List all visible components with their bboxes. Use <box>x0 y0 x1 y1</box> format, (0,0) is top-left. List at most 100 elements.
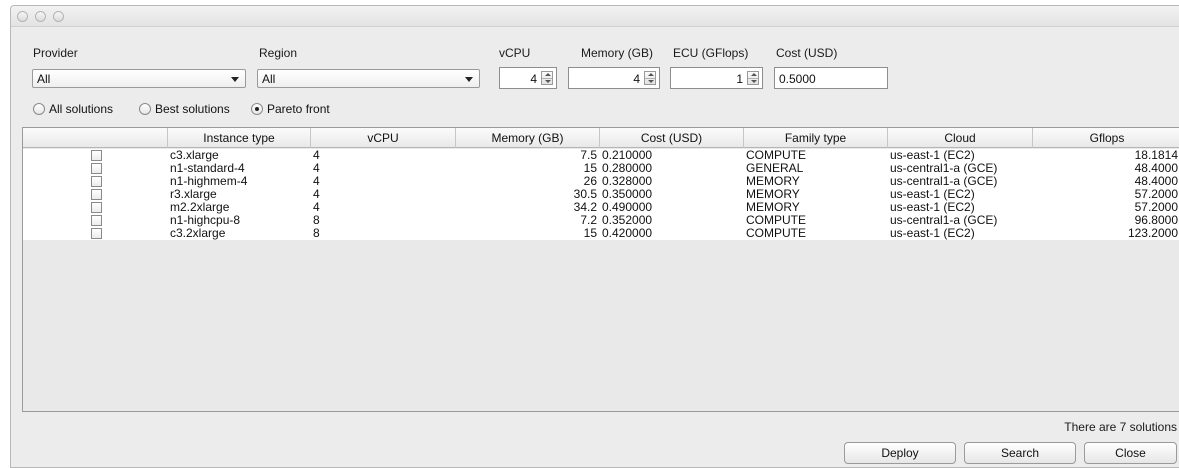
cost-field[interactable]: 0.5000 <box>774 67 888 89</box>
provider-select[interactable]: All <box>32 69 246 88</box>
cell-vcpu: 8 <box>313 227 320 240</box>
column-header-cloud[interactable]: Cloud <box>888 128 1033 148</box>
column-header-vcpu[interactable]: vCPU <box>311 128 456 148</box>
cell-cloud: us-east-1 (EC2) <box>890 188 975 201</box>
radio-label: Best solutions <box>155 102 230 116</box>
cell-vcpu: 4 <box>313 149 320 162</box>
column-header-family-type[interactable]: Family type <box>744 128 888 148</box>
ecu-label: ECU (GFlops) <box>673 46 749 60</box>
cell-family: MEMORY <box>746 201 800 214</box>
provider-value: All <box>37 72 51 86</box>
row-select-checkbox[interactable] <box>91 189 102 200</box>
cell-memory: 34.2 <box>573 201 597 214</box>
row-select-checkbox[interactable] <box>91 163 102 174</box>
cell-gflops: 123.2000 <box>1127 227 1178 240</box>
cell-cost: 0.420000 <box>602 227 653 240</box>
cell-memory: 15 <box>583 227 597 240</box>
vcpu-stepper[interactable]: 4 <box>499 67 557 89</box>
cell-cloud: us-east-1 (EC2) <box>890 227 975 240</box>
cell-family: COMPUTE <box>746 214 806 227</box>
cell-cost: 0.352000 <box>602 214 653 227</box>
cell-gflops: 48.4000 <box>1134 162 1178 175</box>
chevron-down-icon <box>465 77 473 82</box>
table-row[interactable]: n1-highcpu-8 8 7.2 0.352000 COMPUTE us-centra… <box>23 214 1179 227</box>
cell-instance: m2.2xlarge <box>170 201 230 214</box>
column-header-instance-type[interactable]: Instance type <box>168 128 311 148</box>
solutions-count-status: There are 7 solutions <box>1064 420 1177 434</box>
vcpu-label: vCPU <box>499 46 531 60</box>
search-button[interactable]: Search <box>964 442 1076 464</box>
memory-label: Memory (GB) <box>581 46 653 60</box>
radio-label: Pareto front <box>267 102 330 116</box>
cell-memory: 26 <box>583 175 597 188</box>
cell-memory: 7.5 <box>580 149 597 162</box>
deploy-button[interactable]: Deploy <box>844 442 956 464</box>
cell-vcpu: 4 <box>313 162 320 175</box>
region-label: Region <box>259 46 298 60</box>
cell-instance: c3.2xlarge <box>170 227 226 240</box>
table-row[interactable]: r3.xlarge 4 30.5 0.350000 MEMORY us-east-1 (E… <box>23 188 1179 201</box>
cell-family: MEMORY <box>746 175 800 188</box>
radio-circle-icon <box>139 103 151 115</box>
cell-instance: n1-standard-4 <box>170 162 245 175</box>
table-row[interactable]: n1-highmem-4 4 26 0.328000 MEMORY us-central1… <box>23 175 1179 188</box>
cost-label: Cost (USD) <box>776 46 838 60</box>
zoom-window-icon[interactable] <box>53 11 64 22</box>
close-button[interactable]: Close <box>1084 442 1177 464</box>
cell-instance: r3.xlarge <box>170 188 217 201</box>
minimize-window-icon[interactable] <box>35 11 46 22</box>
cell-instance: c3.xlarge <box>170 149 219 162</box>
cell-cost: 0.328000 <box>602 175 653 188</box>
solutions-table: Instance type vCPU Memory (GB) Cost (USD… <box>22 127 1179 412</box>
cell-gflops: 57.2000 <box>1134 201 1178 214</box>
radio-label: All solutions <box>49 102 114 116</box>
vcpu-stepper-arrows-icon[interactable] <box>541 71 553 85</box>
cell-vcpu: 4 <box>313 188 320 201</box>
memory-value: 4 <box>633 72 640 86</box>
cell-cloud: us-central1-a (GCE) <box>890 175 998 188</box>
cell-cloud: us-central1-a (GCE) <box>890 162 998 175</box>
row-select-checkbox[interactable] <box>91 215 102 226</box>
memory-stepper[interactable]: 4 <box>568 67 660 89</box>
cell-family: MEMORY <box>746 188 800 201</box>
ecu-stepper[interactable]: 1 <box>670 67 763 89</box>
table-header: Instance type vCPU Memory (GB) Cost (USD… <box>23 128 1179 148</box>
ecu-stepper-arrows-icon[interactable] <box>747 71 759 85</box>
row-select-checkbox[interactable] <box>91 228 102 239</box>
cell-memory: 15 <box>583 162 597 175</box>
cell-vcpu: 8 <box>313 214 320 227</box>
cell-cloud: us-east-1 (EC2) <box>890 149 975 162</box>
vcpu-value: 4 <box>530 72 537 86</box>
column-header-memory[interactable]: Memory (GB) <box>456 128 600 148</box>
region-value: All <box>262 72 276 86</box>
cell-vcpu: 4 <box>313 201 320 214</box>
region-select[interactable]: All <box>257 69 480 88</box>
cell-cost: 0.210000 <box>602 149 653 162</box>
cell-memory: 7.2 <box>580 214 597 227</box>
cell-gflops: 18.1814 <box>1134 149 1178 162</box>
memory-stepper-arrows-icon[interactable] <box>644 71 656 85</box>
table-row[interactable]: m2.2xlarge 4 34.2 0.490000 MEMORY us-east-1 (… <box>23 201 1179 214</box>
table-row[interactable]: c3.xlarge 4 7.5 0.210000 COMPUTE us-east-1 (E… <box>23 149 1179 162</box>
cell-cost: 0.280000 <box>602 162 653 175</box>
row-select-checkbox[interactable] <box>91 150 102 161</box>
column-header-select[interactable] <box>23 128 168 148</box>
cell-cloud: us-central1-a (GCE) <box>890 214 998 227</box>
radio-selected-icon <box>251 103 263 115</box>
radio-circle-icon <box>33 103 45 115</box>
close-window-icon[interactable] <box>17 11 28 22</box>
column-header-cost[interactable]: Cost (USD) <box>600 128 744 148</box>
table-row[interactable]: n1-standard-4 4 15 0.280000 GENERAL us-centra… <box>23 162 1179 175</box>
title-bar <box>11 6 1179 27</box>
provider-label: Provider <box>33 46 78 60</box>
table-row[interactable]: c3.2xlarge 8 15 0.420000 COMPUTE us-east-1 (E… <box>23 227 1179 240</box>
row-select-checkbox[interactable] <box>91 202 102 213</box>
chevron-down-icon <box>231 77 239 82</box>
column-header-gflops[interactable]: Gflops <box>1033 128 1179 148</box>
cell-instance: n1-highmem-4 <box>170 175 248 188</box>
row-select-checkbox[interactable] <box>91 176 102 187</box>
solutions-window: Provider Region vCPU Memory (GB) ECU (GF… <box>10 5 1179 468</box>
cell-family: COMPUTE <box>746 149 806 162</box>
cell-cloud: us-east-1 (EC2) <box>890 201 975 214</box>
cell-memory: 30.5 <box>573 188 597 201</box>
